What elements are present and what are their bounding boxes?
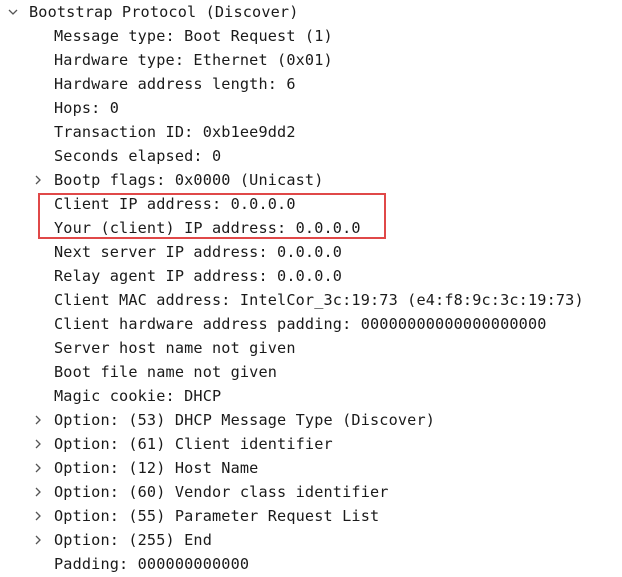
tree-row-label: Next server IP address: 0.0.0.0	[54, 243, 343, 261]
chevron-right-icon[interactable]	[31, 480, 45, 504]
tree-row-option-55[interactable]: Option: (55) Parameter Request List	[0, 504, 622, 528]
tree-row-next-server-ip-address[interactable]: Next server IP address: 0.0.0.0	[0, 240, 622, 264]
tree-row-label: Transaction ID: 0xb1ee9dd2	[54, 123, 296, 141]
tree-row-label: Client MAC address: IntelCor_3c:19:73 (e…	[54, 291, 584, 309]
tree-row-option-61[interactable]: Option: (61) Client identifier	[0, 432, 622, 456]
tree-row-label: Bootp flags: 0x0000 (Unicast)	[54, 171, 324, 189]
tree-row-magic-cookie[interactable]: Magic cookie: DHCP	[0, 384, 622, 408]
tree-row-label: Option: (53) DHCP Message Type (Discover…	[54, 411, 436, 429]
chevron-right-icon[interactable]	[31, 432, 45, 456]
tree-row-label: Hardware type: Ethernet (0x01)	[54, 51, 333, 69]
tree-row-relay-agent-ip-address[interactable]: Relay agent IP address: 0.0.0.0	[0, 264, 622, 288]
tree-row-hops[interactable]: Hops: 0	[0, 96, 622, 120]
tree-row-label: Magic cookie: DHCP	[54, 387, 222, 405]
tree-row-client-hardware-address-padding[interactable]: Client hardware address padding: 0000000…	[0, 312, 622, 336]
tree-row-hardware-type[interactable]: Hardware type: Ethernet (0x01)	[0, 48, 622, 72]
tree-row-label: Message type: Boot Request (1)	[54, 27, 333, 45]
tree-row-label: Relay agent IP address: 0.0.0.0	[54, 267, 343, 285]
tree-row-boot-file-name[interactable]: Boot file name not given	[0, 360, 622, 384]
tree-row-label: Server host name not given	[54, 339, 296, 357]
tree-row-label: Hardware address length: 6	[54, 75, 296, 93]
chevron-right-icon[interactable]	[31, 168, 45, 192]
chevron-right-icon[interactable]	[31, 408, 45, 432]
tree-row-bootp-flags[interactable]: Bootp flags: 0x0000 (Unicast)	[0, 168, 622, 192]
tree-row-label: Option: (255) End	[54, 531, 212, 549]
tree-row-label: Option: (60) Vendor class identifier	[54, 483, 389, 501]
tree-row-label: Your (client) IP address: 0.0.0.0	[54, 219, 361, 237]
tree-row-label: Client IP address: 0.0.0.0	[54, 195, 296, 213]
tree-row-option-255[interactable]: Option: (255) End	[0, 528, 622, 552]
tree-row-client-mac-address[interactable]: Client MAC address: IntelCor_3c:19:73 (e…	[0, 288, 622, 312]
tree-row-label: Padding: 000000000000	[54, 555, 250, 573]
tree-row-message-type[interactable]: Message type: Boot Request (1)	[0, 24, 622, 48]
tree-row-seconds-elapsed[interactable]: Seconds elapsed: 0	[0, 144, 622, 168]
tree-row-your-client-ip-address[interactable]: Your (client) IP address: 0.0.0.0	[0, 216, 622, 240]
chevron-right-icon[interactable]	[31, 504, 45, 528]
tree-row-label: Boot file name not given	[54, 363, 278, 381]
tree-row-label: Bootstrap Protocol (Discover)	[29, 3, 299, 21]
tree-row-option-53[interactable]: Option: (53) DHCP Message Type (Discover…	[0, 408, 622, 432]
packet-detail-tree: Bootstrap Protocol (Discover) Message ty…	[0, 0, 622, 576]
tree-row-option-60[interactable]: Option: (60) Vendor class identifier	[0, 480, 622, 504]
tree-row-hardware-address-length[interactable]: Hardware address length: 6	[0, 72, 622, 96]
chevron-right-icon[interactable]	[31, 456, 45, 480]
tree-row-server-host-name[interactable]: Server host name not given	[0, 336, 622, 360]
tree-row-label: Option: (12) Host Name	[54, 459, 259, 477]
tree-row-option-12[interactable]: Option: (12) Host Name	[0, 456, 622, 480]
tree-row-label: Option: (55) Parameter Request List	[54, 507, 380, 525]
tree-row-label: Client hardware address padding: 0000000…	[54, 315, 547, 333]
tree-row-bootstrap-protocol[interactable]: Bootstrap Protocol (Discover)	[0, 0, 622, 24]
tree-row-label: Option: (61) Client identifier	[54, 435, 333, 453]
tree-row-padding[interactable]: Padding: 000000000000	[0, 552, 622, 576]
tree-row-label: Seconds elapsed: 0	[54, 147, 222, 165]
chevron-down-icon[interactable]	[6, 0, 20, 24]
chevron-right-icon[interactable]	[31, 528, 45, 552]
tree-row-transaction-id[interactable]: Transaction ID: 0xb1ee9dd2	[0, 120, 622, 144]
tree-row-client-ip-address[interactable]: Client IP address: 0.0.0.0	[0, 192, 622, 216]
tree-row-label: Hops: 0	[54, 99, 120, 117]
